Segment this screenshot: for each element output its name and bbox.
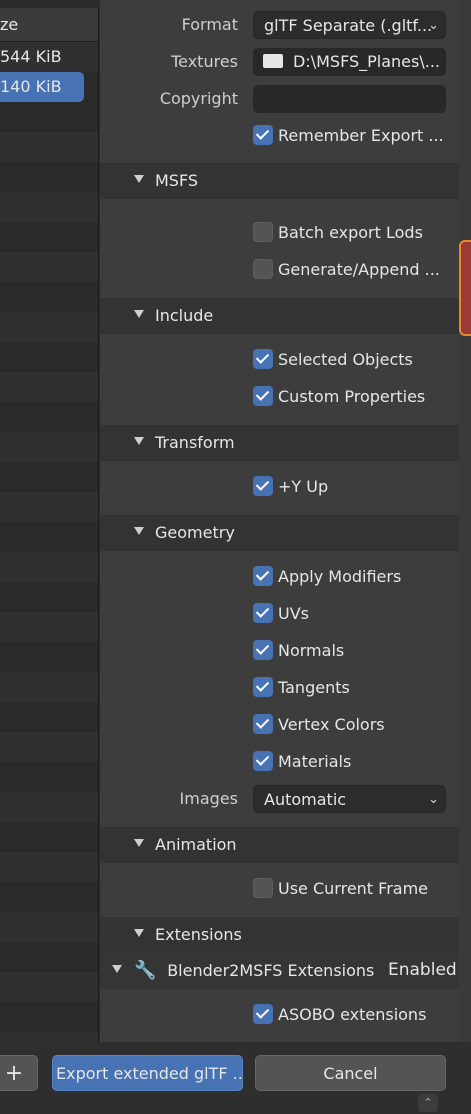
section-animation-title: Animation <box>155 835 237 854</box>
selected-objects-label: Selected Objects <box>278 350 413 369</box>
images-value: Automatic <box>264 790 347 809</box>
selected-objects-checkbox[interactable]: Selected Objects <box>253 348 413 371</box>
checkbox-unchecked-icon <box>253 877 273 898</box>
3d-viewport-edge <box>459 0 471 1114</box>
copyright-input[interactable] <box>253 85 446 113</box>
wrench-screwdriver-icon: 🔧 <box>134 960 157 981</box>
expand-triangle-icon <box>134 174 144 183</box>
checkbox-checked-icon <box>253 750 273 771</box>
generate-append-label: Generate/Append ... <box>278 260 440 279</box>
materials-checkbox[interactable]: Materials <box>253 750 352 773</box>
custom-properties-checkbox[interactable]: Custom Properties <box>253 385 426 408</box>
tangents-checkbox[interactable]: Tangents <box>253 676 350 699</box>
file-browser-list: ze 544 KiB 140 KiB <box>0 8 99 1042</box>
enabled-label: Enabled <box>388 960 457 980</box>
generate-append-checkbox[interactable]: Generate/Append ... <box>253 258 440 281</box>
add-button[interactable]: + <box>0 1055 38 1091</box>
section-animation[interactable]: Animation <box>100 827 459 863</box>
vertex-colors-label: Vertex Colors <box>278 715 385 734</box>
section-extensions-title: Extensions <box>155 925 242 944</box>
section-geometry[interactable]: Geometry <box>100 515 459 551</box>
tangents-label: Tangents <box>278 678 350 697</box>
y-up-label: +Y Up <box>278 477 329 496</box>
textures-path-field[interactable]: D:\MSFS_Planes\... <box>253 48 446 76</box>
cancel-button[interactable]: Cancel <box>255 1055 446 1091</box>
folder-icon[interactable] <box>263 53 283 68</box>
images-label: Images <box>179 789 238 808</box>
section-transform-title: Transform <box>155 433 235 452</box>
format-value: glTF Separate (.gltf... <box>264 16 433 35</box>
expand-triangle-icon <box>134 436 144 445</box>
chevron-down-icon: ⌄ <box>428 792 439 807</box>
section-extensions[interactable]: Extensions <box>100 917 459 953</box>
normals-checkbox[interactable]: Normals <box>253 639 345 662</box>
section-transform[interactable]: Transform <box>100 425 459 461</box>
checkbox-checked-icon <box>253 124 273 145</box>
size-column-header[interactable]: ze <box>0 8 98 42</box>
checkbox-checked-icon <box>253 475 273 496</box>
format-label: Format <box>181 15 238 34</box>
textures-value: D:\MSFS_Planes\... <box>293 52 441 71</box>
apply-modifiers-label: Apply Modifiers <box>278 567 402 586</box>
checkbox-checked-icon <box>253 676 273 697</box>
section-geometry-title: Geometry <box>155 523 235 542</box>
expand-triangle-icon <box>134 526 144 535</box>
uvs-label: UVs <box>278 604 309 623</box>
remember-export-checkbox[interactable]: Remember Export ... <box>253 124 444 147</box>
asobo-extensions-checkbox[interactable]: ASOBO extensions <box>253 1003 427 1026</box>
format-dropdown[interactable]: glTF Separate (.gltf... ⌄ <box>253 11 446 39</box>
checkbox-checked-icon <box>253 385 273 406</box>
expand-triangle-icon <box>134 838 144 847</box>
images-dropdown[interactable]: Automatic ⌄ <box>253 785 446 813</box>
vertex-colors-checkbox[interactable]: Vertex Colors <box>253 713 385 736</box>
section-include[interactable]: Include <box>100 298 459 334</box>
blender2msfs-title: Blender2MSFS Extensions <box>167 961 375 980</box>
section-msfs-title: MSFS <box>155 171 199 190</box>
materials-label: Materials <box>278 752 352 771</box>
checkbox-unchecked-icon <box>253 221 273 242</box>
checkbox-checked-icon <box>253 713 273 734</box>
apply-modifiers-checkbox[interactable]: Apply Modifiers <box>253 565 402 588</box>
section-msfs[interactable]: MSFS <box>100 163 459 199</box>
checkbox-unchecked-icon <box>253 258 273 279</box>
file-row-selected[interactable]: 140 KiB <box>0 72 84 102</box>
use-current-frame-label: Use Current Frame <box>278 879 429 898</box>
export-settings-panel: Format glTF Separate (.gltf... ⌄ Texture… <box>100 0 459 1042</box>
batch-export-lods-checkbox[interactable]: Batch export Lods <box>253 221 423 244</box>
checkbox-checked-icon <box>253 1003 273 1024</box>
export-button[interactable]: Export extended glTF ... <box>52 1055 243 1091</box>
expand-triangle-icon <box>134 928 144 937</box>
checkbox-checked-icon <box>253 639 273 660</box>
checkbox-checked-icon <box>253 348 273 369</box>
custom-properties-label: Custom Properties <box>278 387 426 406</box>
section-include-title: Include <box>155 306 214 325</box>
textures-label: Textures <box>171 52 238 71</box>
normals-label: Normals <box>278 641 345 660</box>
checkbox-checked-icon <box>253 565 273 586</box>
expand-triangle-icon <box>134 309 144 318</box>
copyright-label: Copyright <box>159 89 238 108</box>
chevron-up-icon[interactable]: ⌃ <box>418 1094 438 1112</box>
y-up-checkbox[interactable]: +Y Up <box>253 475 329 498</box>
selected-object-shape <box>459 240 471 336</box>
file-browser-bottom-bar: + Export extended glTF ... Cancel <box>0 1042 471 1114</box>
remember-export-label: Remember Export ... <box>278 126 444 145</box>
batch-export-lods-label: Batch export Lods <box>278 223 423 242</box>
checkbox-checked-icon <box>253 602 273 623</box>
uvs-checkbox[interactable]: UVs <box>253 602 309 625</box>
chevron-down-icon: ⌄ <box>428 18 439 33</box>
expand-triangle-icon <box>112 964 122 973</box>
asobo-extensions-label: ASOBO extensions <box>278 1005 427 1024</box>
use-current-frame-checkbox[interactable]: Use Current Frame <box>253 877 429 900</box>
file-row[interactable]: 544 KiB <box>0 42 98 72</box>
